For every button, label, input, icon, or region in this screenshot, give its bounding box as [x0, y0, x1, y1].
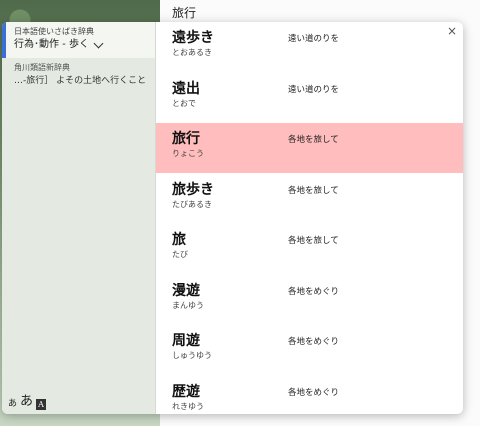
result-row[interactable]: 旅たび 各地を旅して: [156, 224, 463, 274]
result-reading: たびあるき: [172, 199, 212, 209]
result-row[interactable]: 旅歩き たびあるき 各地を旅して: [156, 174, 463, 224]
chevron-down-icon[interactable]: [93, 38, 104, 48]
source-item-kadokawa[interactable]: 角川類語新辞典 …-旅行］ よその土地へ行くこと: [2, 58, 155, 94]
result-meaning: 遠い道のりを: [288, 34, 340, 44]
result-word: 周遊: [172, 333, 200, 349]
result-word: 遠出: [172, 80, 200, 97]
font-large-button[interactable]: あ: [20, 394, 33, 410]
result-reading: れきゆう: [172, 401, 204, 411]
result-reading: とおあるき: [172, 48, 212, 57]
result-row[interactable]: 周遊しゅうゆう 各地をめぐり: [156, 325, 463, 375]
result-reading: とおで: [172, 98, 196, 108]
page-heading: 旅行: [172, 4, 197, 23]
dictionary-popup: 日本語使いさばき辞典 行為･動作 - 歩く 角川類語新辞典 …-旅行］ よその土…: [2, 22, 463, 414]
close-icon[interactable]: ×: [447, 25, 457, 37]
result-reading: りょこう: [172, 149, 204, 158]
font-mode-icon[interactable]: A: [36, 399, 47, 410]
result-word: 漫遊: [172, 282, 200, 299]
result-word: 旅行: [172, 131, 200, 147]
source-name: 角川類語新辞典: [14, 63, 70, 72]
font-size-controls: あ あ A: [8, 394, 47, 410]
screen: 旅行 日本語使いさばき辞典 行為･動作 - 歩く 角川類語新辞典 …-旅行］ よ…: [0, 0, 480, 426]
result-row[interactable]: 漫遊 まんゆう 各地をめぐり: [156, 275, 463, 325]
source-category-label: 行為･動作 - 歩く: [14, 39, 89, 50]
result-reading: しゅうゆう: [172, 351, 212, 360]
result-word: 遠歩き: [172, 30, 214, 46]
source-snippet: …-旅行］ よその土地へ行くこと: [14, 76, 147, 86]
result-meaning: 各地をめぐり: [288, 387, 340, 398]
result-reading: まんゆう: [172, 300, 204, 310]
result-meaning: 各地をめぐり: [288, 286, 340, 297]
result-row[interactable]: 旅行りょこう 各地を旅して: [156, 123, 463, 173]
source-category-dropdown[interactable]: 行為･動作 - 歩く: [14, 38, 147, 52]
source-item-tsukaisabaki[interactable]: 日本語使いさばき辞典 行為･動作 - 歩く: [2, 22, 155, 58]
source-panel: 日本語使いさばき辞典 行為･動作 - 歩く 角川類語新辞典 …-旅行］ よその土…: [2, 22, 156, 414]
result-meaning: 各地を旅して: [288, 185, 339, 196]
result-word: 旅歩き: [172, 181, 214, 198]
result-meaning: 各地を旅して: [288, 236, 339, 246]
result-meaning: 各地をめぐり: [288, 337, 340, 347]
result-row[interactable]: 遠出 とおで 遠い道のりを: [156, 73, 463, 123]
result-row[interactable]: 歴遊 れきゆう 各地をめぐり: [156, 376, 463, 415]
source-name: 日本語使いさばき辞典: [14, 27, 94, 36]
results-list: 遠歩き とおあるき 遠い道のりを 遠出 とおで 遠い道のりを 旅行 りょこう 各地を旅して 旅歩き…: [156, 22, 463, 414]
result-word: 歴遊: [172, 383, 200, 400]
result-meaning: 各地を旅して: [288, 135, 339, 145]
result-word: 旅: [172, 232, 186, 248]
result-row[interactable]: 遠歩きとおあるき 遠い道のりを: [156, 22, 463, 72]
result-reading: たび: [172, 250, 188, 259]
result-meaning: 遠い道のりを: [288, 84, 340, 95]
font-small-button[interactable]: あ: [8, 398, 17, 410]
